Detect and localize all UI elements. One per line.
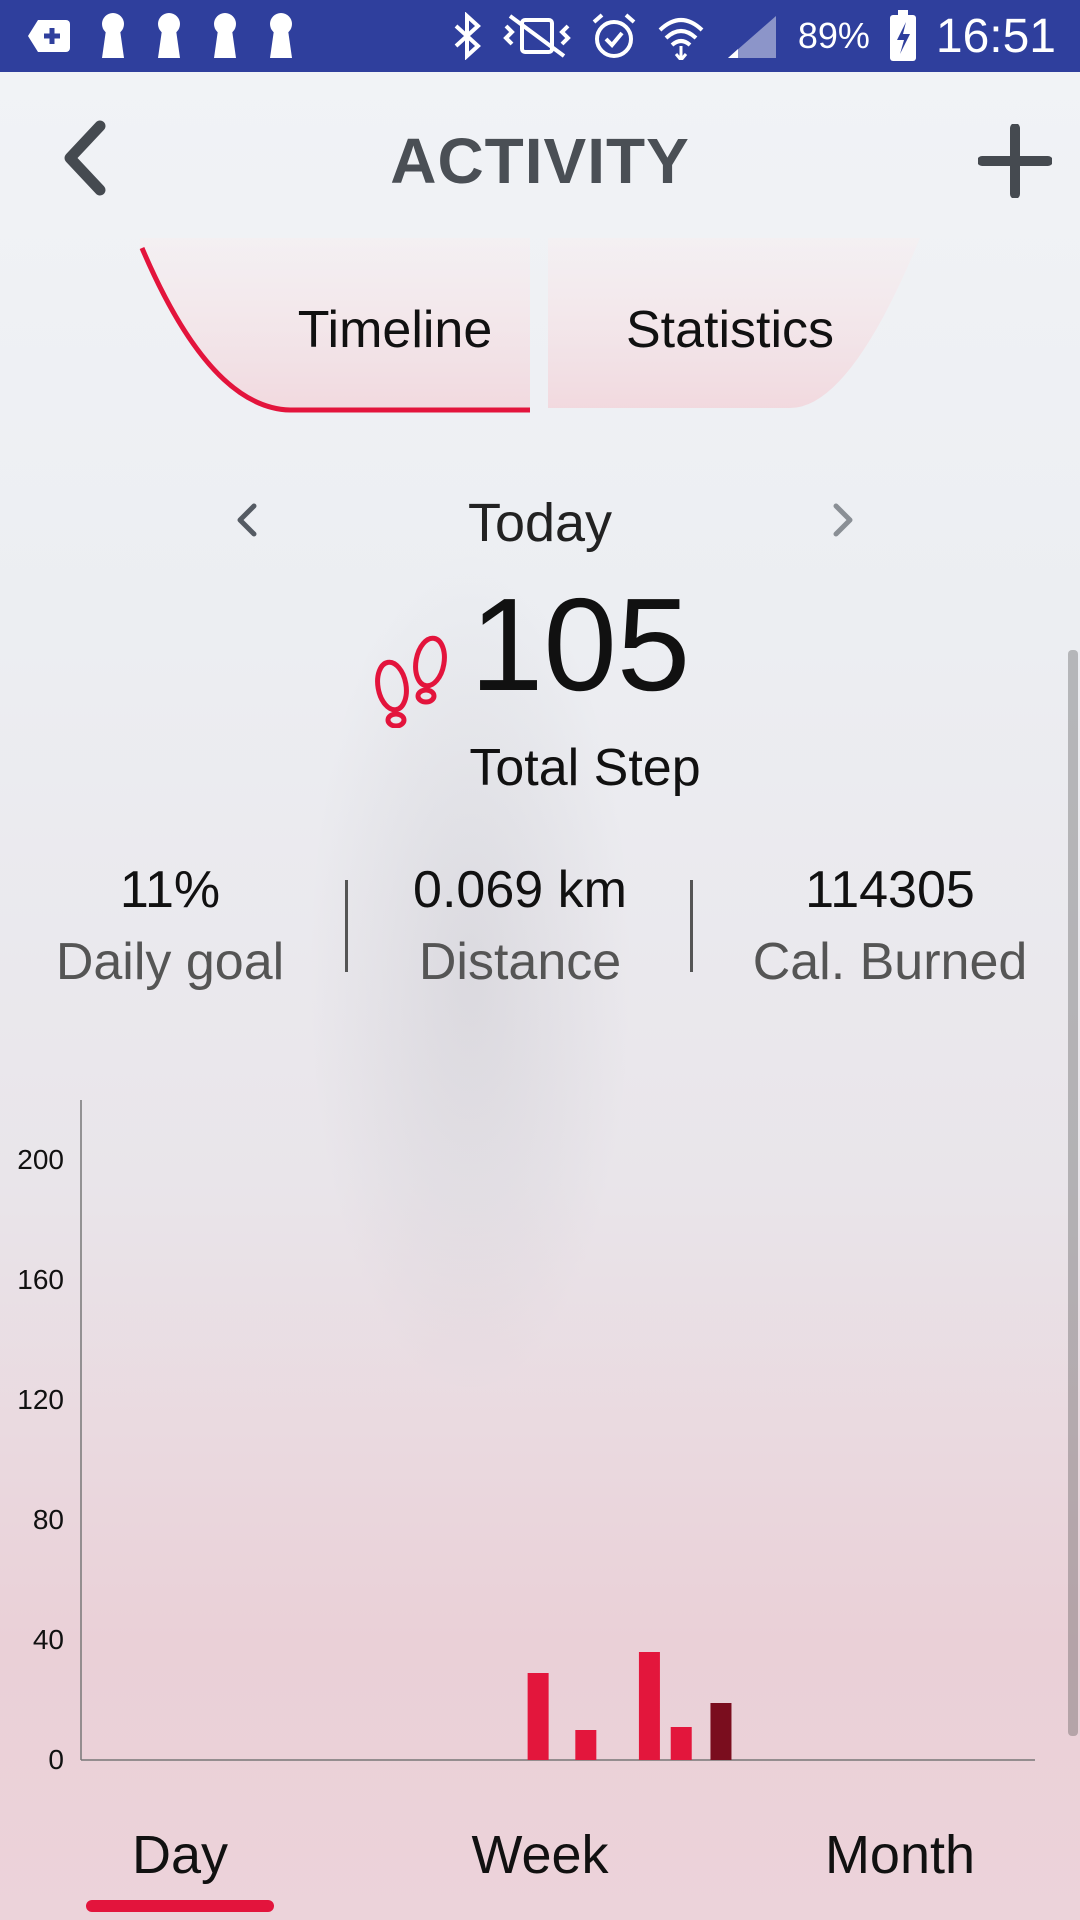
vibrate-mute-icon [502,14,571,58]
stat-value: 114305 [805,861,975,919]
chart-bar [575,1730,597,1760]
keyhole-notification-icon [270,13,292,58]
bluetooth-icon [454,12,481,60]
stat-label: Cal. Burned [752,933,1028,991]
period-week[interactable]: Week [440,1824,640,1886]
steps-value: 105 [470,571,691,718]
footsteps-icon [375,635,447,728]
app-bar: ACTIVITY [0,72,1080,242]
stat-value: 0.069 km [413,861,627,919]
keyhole-notification-icon [214,13,236,58]
keyhole-notification-icon [102,13,124,58]
steps-chart: 0 40 80 120 160 200 [0,1090,1080,1790]
stat-distance: 0.069 km Distance [380,860,660,992]
total-steps: 105 [0,571,1080,728]
period-selector: Day Week Month [0,1800,1080,1920]
chart-bar [710,1703,732,1760]
keyhole-notification-icon [158,13,180,58]
y-tick-label: 80 [32,1504,64,1535]
tab-statistics[interactable]: Statistics [560,300,900,360]
period-day[interactable]: Day [86,1824,274,1886]
alarm-icon [592,13,636,58]
divider [345,880,348,972]
stat-value: 11% [119,861,221,919]
y-tick-label: 0 [48,1744,64,1775]
battery-percent: 89% [797,15,870,56]
stat-label: Distance [418,933,622,991]
tab-timeline[interactable]: Timeline [230,300,560,360]
add-notification-icon [28,20,70,52]
period-month[interactable]: Month [790,1824,1010,1886]
stat-calories: 114305 Cal. Burned [730,860,1050,992]
chevron-right-icon[interactable] [824,490,864,550]
chart-bar [638,1652,660,1760]
date-navigator: Today [0,490,1080,560]
clock: 16:51 [935,9,1056,63]
y-tick-label: 40 [32,1624,64,1655]
chart-bar [527,1673,549,1760]
period-selected-indicator [86,1900,274,1912]
chart-bar [670,1727,692,1760]
stat-daily-goal: 11% Daily goal [30,860,310,992]
stat-label: Daily goal [55,933,285,991]
chart-plot [80,1100,1035,1761]
divider [690,880,693,972]
y-tick-label: 200 [17,1144,64,1175]
y-tick-label: 120 [17,1384,64,1415]
stats-row: 11% Daily goal 0.069 km Distance 114305 … [0,860,1080,1000]
wifi-icon [658,18,704,60]
scrollbar[interactable] [1068,650,1078,1736]
add-icon[interactable] [978,124,1052,198]
page-title: ACTIVITY [390,125,690,197]
tab-bar: Timeline Statistics [130,238,930,418]
steps-label: Total Step [469,739,701,797]
signal-icon [727,16,776,58]
date-label: Today [467,493,613,553]
status-bar: 89% 16:51 [0,0,1080,72]
battery-charging-icon [889,10,916,61]
y-tick-label: 160 [17,1264,64,1295]
